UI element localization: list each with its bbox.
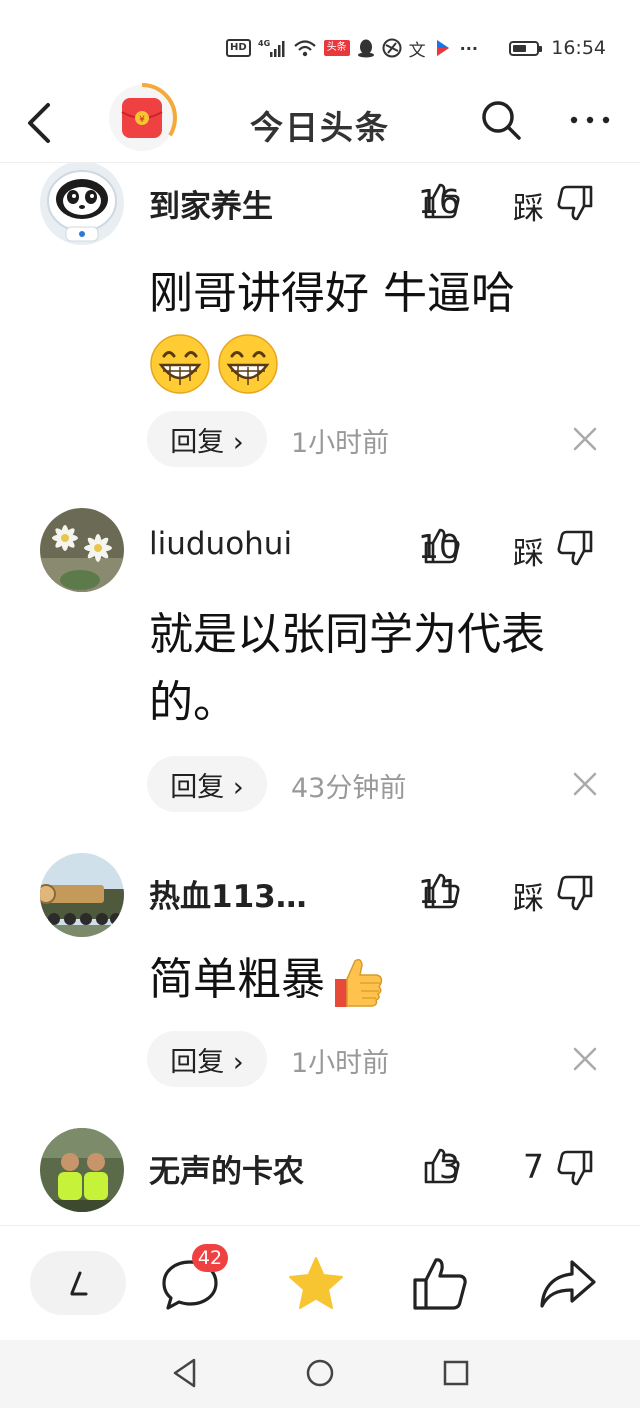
close-icon[interactable] bbox=[570, 769, 600, 799]
thumbs-up-icon[interactable] bbox=[422, 1146, 462, 1186]
home-circle-icon[interactable] bbox=[304, 1356, 336, 1390]
username[interactable]: liuduohui bbox=[149, 526, 292, 562]
app-icon bbox=[382, 38, 402, 58]
avatar[interactable] bbox=[40, 508, 124, 592]
reply-button[interactable]: 回复 › bbox=[147, 411, 267, 467]
dislike-label[interactable]: 踩 bbox=[513, 528, 544, 573]
clock: 16:54 bbox=[551, 37, 606, 59]
page-title: 今日头条 bbox=[250, 108, 390, 147]
thumbs-down-icon[interactable] bbox=[555, 1148, 595, 1188]
comment-text-content: 刚哥讲得好 牛逼哈 bbox=[149, 268, 515, 319]
toutiao-icon: 头条 bbox=[323, 40, 350, 56]
avatar[interactable] bbox=[40, 853, 124, 937]
network-type: 4G bbox=[258, 39, 270, 48]
battery-icon bbox=[509, 40, 543, 56]
share-icon[interactable] bbox=[538, 1254, 598, 1314]
grin-emoji-icon bbox=[218, 334, 278, 394]
more-notifications: ··· bbox=[459, 38, 478, 58]
close-icon[interactable] bbox=[570, 424, 600, 454]
write-comment-button[interactable] bbox=[30, 1251, 126, 1315]
like-icon[interactable] bbox=[410, 1254, 470, 1314]
thumbs-up-emoji-icon bbox=[335, 958, 383, 1007]
close-icon[interactable] bbox=[570, 1044, 600, 1074]
wifi-icon bbox=[293, 38, 317, 58]
wen-icon: 文 bbox=[408, 40, 426, 61]
comment-time: 43分钟前 bbox=[291, 773, 407, 804]
status-bar: HD 4G 头条 文 ··· 16:54 bbox=[0, 0, 640, 95]
comment-text-content: 简单粗暴 bbox=[149, 954, 325, 1005]
username[interactable]: 热血113… bbox=[149, 871, 307, 916]
comment-time: 1小时前 bbox=[291, 1048, 390, 1079]
reply-button[interactable]: 回复 › bbox=[147, 756, 267, 812]
comment-list[interactable]: 到家养生 16 踩 刚哥讲得好 牛逼哈 回复 › 1小时前 liuduohui … bbox=[0, 163, 640, 1225]
signal-icon: 4G bbox=[258, 38, 286, 58]
avatar[interactable] bbox=[40, 163, 124, 245]
star-icon[interactable] bbox=[286, 1254, 346, 1314]
thumbs-up-icon[interactable] bbox=[422, 526, 462, 566]
reply-button[interactable]: 回复 › bbox=[147, 1031, 267, 1087]
dislike-label[interactable]: 踩 bbox=[513, 873, 544, 918]
thumbs-down-icon[interactable] bbox=[555, 873, 595, 913]
video-app-icon bbox=[433, 38, 453, 58]
more-icon[interactable] bbox=[568, 105, 612, 135]
thumbs-down-icon[interactable] bbox=[555, 183, 595, 223]
comment-text: 就是以张同学为代表的。 bbox=[149, 609, 545, 728]
dislike-label[interactable]: 踩 bbox=[513, 183, 544, 228]
thumbs-down-icon[interactable] bbox=[555, 528, 595, 568]
write-icon bbox=[70, 1271, 88, 1296]
username[interactable]: 到家养生 bbox=[149, 181, 273, 226]
system-nav-bar bbox=[0, 1340, 640, 1408]
comment-count-badge: 42 bbox=[192, 1244, 228, 1272]
avatar[interactable] bbox=[40, 1128, 124, 1212]
comment-text: 简单粗暴 bbox=[149, 946, 599, 1014]
comment-time: 1小时前 bbox=[291, 428, 390, 459]
username[interactable]: 无声的卡农 bbox=[149, 1146, 304, 1191]
qq-icon bbox=[357, 38, 375, 58]
top-nav-bar: ¥ 今日头条 bbox=[0, 83, 640, 163]
back-triangle-icon[interactable] bbox=[170, 1356, 200, 1390]
comment-text: 刚哥讲得好 牛逼哈 bbox=[149, 260, 599, 396]
grin-emoji-icon bbox=[150, 334, 210, 394]
recent-square-icon[interactable] bbox=[440, 1356, 472, 1390]
thumbs-up-icon[interactable] bbox=[422, 181, 462, 221]
thumbs-up-icon[interactable] bbox=[422, 871, 462, 911]
dislike-count: 7 bbox=[523, 1147, 544, 1186]
hd-icon: HD bbox=[226, 39, 251, 57]
bottom-action-bar: 42 bbox=[0, 1225, 640, 1341]
search-icon[interactable] bbox=[478, 97, 524, 143]
